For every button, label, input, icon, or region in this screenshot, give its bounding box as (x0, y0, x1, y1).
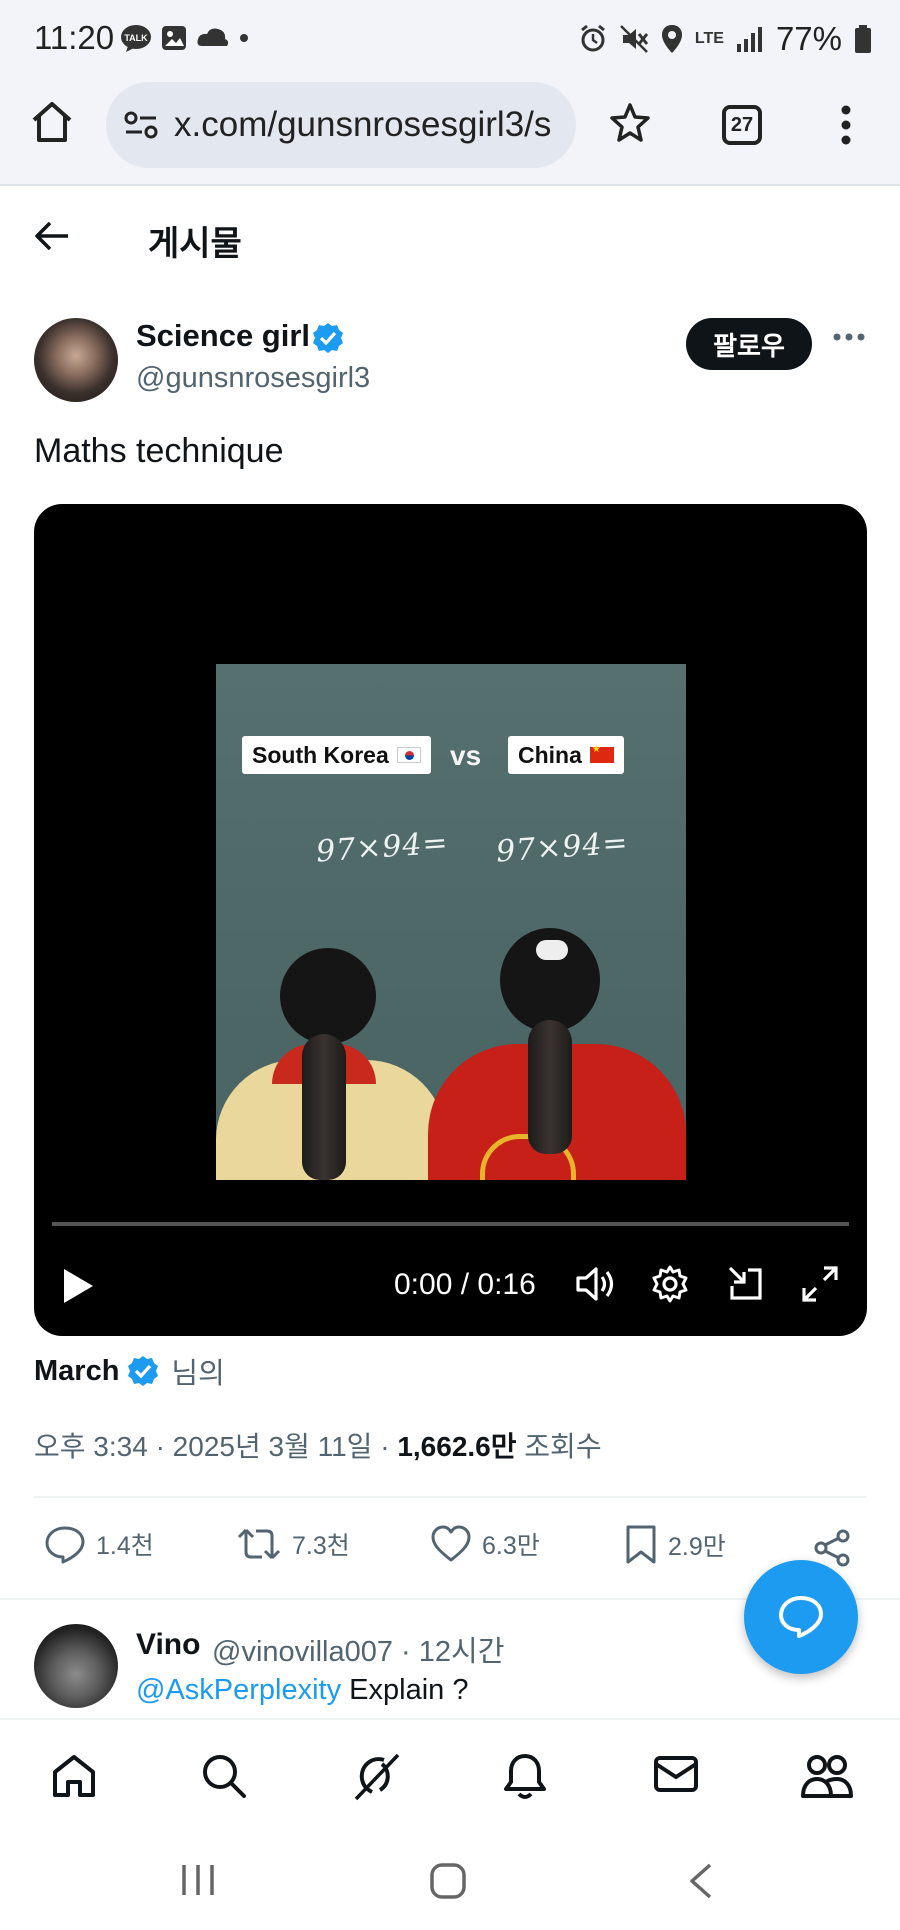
author-name[interactable]: Science girl (136, 318, 310, 354)
page-header: 게시물 (0, 188, 900, 288)
reply-icon (45, 1526, 85, 1564)
home-icon[interactable] (30, 100, 74, 144)
post-text: Maths technique (34, 432, 284, 470)
status-indicators: LTE 77% (579, 20, 872, 58)
scrunchie (536, 940, 568, 960)
views-count: 1,662.6만 (397, 1431, 517, 1462)
reply-body: Explain ? (341, 1674, 469, 1706)
bookmark-icon (626, 1525, 656, 1564)
site-settings-icon[interactable] (124, 110, 158, 140)
alarm-icon (580, 24, 605, 52)
verified-badge-icon (128, 1356, 159, 1386)
tab-switcher-button[interactable]: 27 (722, 105, 762, 145)
timestamp-text[interactable]: 오후 3:34 · 2025년 3월 11일 · (34, 1431, 397, 1462)
vs-text: vs (450, 740, 482, 771)
compose-reply-button[interactable] (744, 1560, 858, 1674)
label-south-korea-text: South Korea (252, 741, 389, 768)
location-icon (661, 25, 682, 53)
reply-author-name[interactable]: Vino (136, 1628, 200, 1662)
video-source[interactable]: March 님의 (34, 1350, 225, 1392)
author-handle[interactable]: @gunsnrosesgirl3 (136, 362, 370, 395)
browser-menu-icon[interactable] (840, 104, 852, 146)
label-china: China (508, 736, 624, 774)
reply-mention-link[interactable]: @AskPerplexity (136, 1674, 341, 1706)
reply-button[interactable]: 1.4천 (44, 1524, 154, 1564)
notification-icons: TALK (120, 24, 250, 52)
back-arrow-icon[interactable] (34, 218, 70, 254)
gallery-icon (162, 26, 186, 50)
south-korea-flag-icon (396, 747, 421, 763)
video-progress-bar[interactable] (52, 1222, 849, 1226)
reply-text: @AskPerplexity Explain ? (136, 1674, 468, 1707)
recent-apps-icon[interactable] (178, 1862, 218, 1898)
label-china-text: China (518, 741, 582, 768)
status-time: 11:20 (34, 19, 115, 56)
dot-icon (240, 34, 248, 42)
mute-icon (620, 25, 649, 53)
battery-percent: 77% (775, 20, 842, 57)
heart-icon (431, 1525, 471, 1562)
views-label: 조회수 (516, 1431, 602, 1462)
messages-nav-icon[interactable] (652, 1752, 700, 1796)
communities-nav-icon[interactable] (800, 1752, 854, 1800)
like-button[interactable]: 6.3만 (430, 1524, 540, 1564)
video-time: 0:00 / 0:16 (394, 1268, 536, 1301)
like-count: 6.3만 (482, 1532, 540, 1560)
volume-icon[interactable] (574, 1264, 618, 1304)
post-timestamp: 오후 3:34 · 2025년 3월 11일 · 1,662.6만 조회수 (34, 1425, 602, 1465)
verified-badge-icon (313, 323, 343, 353)
reply-count: 1.4천 (96, 1532, 154, 1560)
settings-gear-icon[interactable] (650, 1264, 690, 1304)
chalk-equation-right: 97×94= (494, 825, 630, 870)
search-nav-icon[interactable] (200, 1752, 248, 1800)
follow-button[interactable]: 팔로우 (686, 318, 812, 370)
bookmark-star-icon[interactable] (610, 102, 650, 142)
chalk-equation-left: 97×94= (314, 825, 450, 870)
page-title: 게시물 (148, 225, 242, 263)
bookmark-count: 2.9만 (668, 1533, 726, 1561)
battery-icon (855, 25, 871, 53)
video-frame: South Korea vs China 97×94= 97×94= (216, 664, 686, 1180)
play-icon[interactable] (60, 1266, 96, 1306)
signal-icon (736, 27, 762, 52)
source-suffix: 님의 (171, 1358, 225, 1390)
fullscreen-icon[interactable] (800, 1264, 840, 1304)
chat-bubble-icon (779, 1596, 823, 1638)
bookmark-button[interactable]: 2.9만 (624, 1524, 726, 1566)
video-player[interactable]: South Korea vs China 97×94= 97×94= 0:00 … (34, 504, 867, 1336)
notifications-nav-icon[interactable] (502, 1752, 548, 1800)
android-home-icon[interactable] (428, 1862, 468, 1900)
url-text: x.com/gunsnrosesgirl3/s (174, 105, 552, 144)
svg-text:TALK: TALK (124, 33, 148, 43)
author-avatar[interactable] (34, 318, 118, 402)
china-flag-icon (589, 744, 614, 763)
bottom-navigation (0, 1718, 900, 1830)
repost-count: 7.3천 (292, 1532, 350, 1560)
source-name[interactable]: March (34, 1355, 119, 1388)
address-bar[interactable]: x.com/gunsnrosesgirl3/s (106, 82, 576, 168)
talk-icon: TALK (121, 25, 151, 52)
student-right-ponytail (528, 1020, 572, 1154)
grok-nav-icon[interactable] (352, 1752, 402, 1802)
home-nav-icon[interactable] (50, 1752, 98, 1800)
student-left-hair (280, 948, 376, 1044)
system-navigation-bar (0, 1830, 900, 1930)
network-type: LTE (694, 30, 724, 47)
browser-toolbar: x.com/gunsnrosesgirl3/s 27 (0, 78, 900, 186)
status-bar: 11:20 TALK LTE 77% (0, 0, 900, 78)
reply-meta[interactable]: @vinovilla007 · 12시간 (212, 1628, 504, 1670)
reply-avatar[interactable] (34, 1624, 118, 1708)
cloud-icon (197, 28, 229, 46)
more-options-icon[interactable] (832, 332, 866, 342)
label-south-korea: South Korea (242, 736, 431, 774)
student-left-ponytail (302, 1034, 346, 1180)
picture-in-picture-icon[interactable] (726, 1264, 766, 1304)
android-back-icon[interactable] (686, 1862, 716, 1900)
repost-icon (237, 1528, 281, 1560)
repost-button[interactable]: 7.3천 (236, 1524, 350, 1564)
divider (34, 1496, 867, 1498)
